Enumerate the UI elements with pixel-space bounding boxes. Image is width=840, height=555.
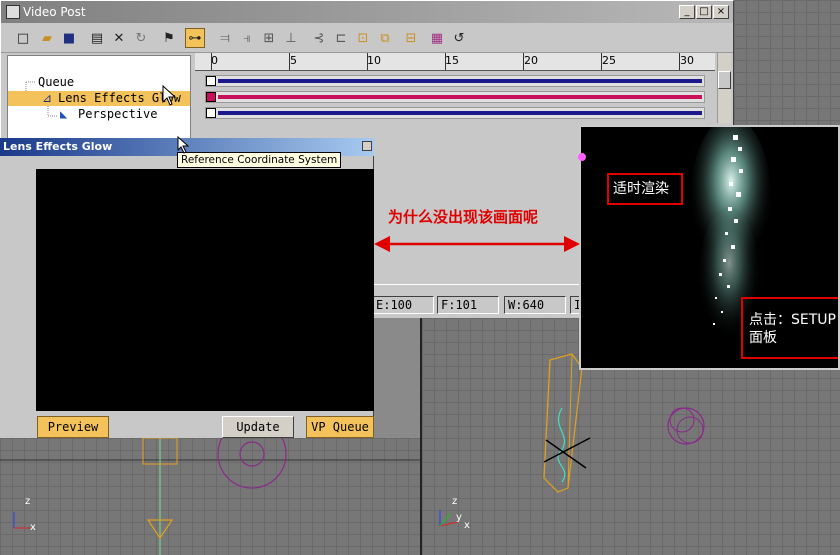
add-image-input-event-icon[interactable]: ⊏ (331, 28, 351, 48)
video-post-titlebar[interactable]: Video Post _ □ × (1, 1, 733, 23)
double-arrow-icon (374, 236, 580, 252)
viewport-top-right[interactable] (734, 0, 840, 125)
queue-item-label: Perspective (78, 107, 158, 121)
axis-x-label-right: x (464, 520, 470, 531)
video-post-app-icon (6, 5, 20, 19)
add-scene-event-icon[interactable]: ⊰ (309, 28, 329, 48)
click-setup-annotation: 点击：SETUP 面板 (741, 297, 838, 359)
ruler-label: 25 (602, 54, 616, 67)
ruler-tick (523, 53, 524, 70)
ruler-tick (211, 53, 212, 70)
ruler-tick (679, 53, 680, 70)
ruler-label: 0 (211, 54, 218, 67)
click-setup-label: 点击：SETUP (749, 312, 836, 328)
timeline-track[interactable] (205, 107, 705, 119)
render-output-window: 适时渲染 点击：SETUP 面板 (579, 125, 840, 370)
ruler-label: 15 (445, 54, 459, 67)
timeline-track[interactable] (205, 91, 705, 103)
status-width: W:640 (504, 296, 566, 314)
axis-x-label: x (30, 522, 36, 533)
open-sequence-icon[interactable]: ▰ (37, 28, 57, 48)
mouse-cursor-icon (162, 85, 177, 106)
glow-dialog-close-icon[interactable] (362, 141, 372, 151)
add-external-event-icon[interactable]: ▦ (427, 28, 447, 48)
execute-sequence-icon[interactable]: ⚑ (159, 28, 179, 48)
timeline-ruler[interactable]: 0 5 10 15 20 25 30 (195, 53, 715, 71)
mouse-cursor-icon (177, 136, 190, 154)
close-button[interactable]: × (713, 5, 729, 19)
axis-z-label-right: z (452, 496, 458, 507)
range-bar[interactable] (218, 111, 702, 115)
ruler-tick (367, 53, 368, 70)
realtime-render-annotation: 适时渲染 (607, 173, 683, 205)
preview-button[interactable]: Preview (37, 416, 109, 438)
realtime-render-label: 适时渲染 (613, 181, 669, 197)
ruler-tick (289, 53, 290, 70)
video-post-toolbar: □ ▰ ■ ▤ ✕ ↻ ⚑ ⊶ ⫤ ⫣ ⊞ ⊥ ⊰ ⊏ ⊡ ⧉ ⊟ ▦ ↺ (1, 23, 733, 53)
range-bar[interactable] (218, 95, 702, 99)
maximize-button[interactable]: □ (696, 5, 712, 19)
abut-clips-icon[interactable]: ⊥ (281, 28, 301, 48)
add-image-filter-event-icon[interactable]: ⊡ (353, 28, 373, 48)
viewport-left-objects (0, 438, 420, 555)
queue-item-perspective[interactable]: ◣ Perspective (8, 107, 190, 122)
add-loop-event-icon[interactable]: ↺ (449, 28, 469, 48)
lens-effects-glow-dialog: Lens Effects Glow Preview Update VP Queu… (0, 138, 374, 438)
delete-event-icon[interactable]: ✕ (109, 28, 129, 48)
queue-root[interactable]: Queue (38, 75, 74, 90)
status-frames: F:101 (437, 296, 499, 314)
timeline-scrollbar[interactable] (717, 53, 731, 123)
filter-event-icon: ⊿ (42, 91, 53, 105)
swap-events-icon[interactable]: ↻ (131, 28, 151, 48)
ruler-label: 30 (680, 54, 694, 67)
axis-z-label: z (25, 496, 31, 507)
range-bar[interactable] (218, 79, 702, 83)
ruler-label: 10 (367, 54, 381, 67)
update-button[interactable]: Update (222, 416, 294, 438)
tooltip: Reference Coordinate System (177, 152, 342, 168)
ruler-tick (445, 53, 446, 70)
make-same-size-icon[interactable]: ⊞ (259, 28, 279, 48)
question-annotation: 为什么没出现该画面呢 (388, 208, 539, 226)
minimize-button[interactable]: _ (679, 5, 695, 19)
edit-range-bar-icon[interactable]: ⊶ (185, 28, 205, 48)
new-sequence-icon[interactable]: □ (13, 28, 33, 48)
viewport-left[interactable]: z x (0, 438, 420, 555)
axis-y-label-right: y (456, 512, 462, 523)
save-sequence-icon[interactable]: ■ (59, 28, 79, 48)
range-bar-handle[interactable] (206, 92, 216, 102)
add-image-output-event-icon[interactable]: ⊟ (401, 28, 421, 48)
vp-queue-button[interactable]: VP Queue (306, 416, 374, 438)
edit-event-icon[interactable]: ▤ (87, 28, 107, 48)
align-right-icon[interactable]: ⫣ (237, 28, 257, 48)
scroll-thumb[interactable] (718, 71, 731, 89)
ruler-label: 5 (290, 54, 297, 67)
ruler-label: 20 (524, 54, 538, 67)
glow-preview-pane (36, 169, 374, 411)
status-end-frame: E:100 (372, 296, 434, 314)
video-post-title: Video Post (23, 5, 86, 19)
range-bar-handle[interactable] (206, 108, 216, 118)
add-image-layer-event-icon[interactable]: ⧉ (375, 28, 395, 48)
ruler-tick (601, 53, 602, 70)
scene-event-icon: ◣ (60, 107, 68, 121)
align-left-icon[interactable]: ⫤ (215, 28, 235, 48)
click-setup-label-line2: 面板 (749, 330, 777, 346)
viewport-marker-dot (578, 153, 586, 161)
glow-dialog-title: Lens Effects Glow (3, 140, 113, 153)
timeline-track[interactable] (205, 75, 705, 87)
range-bar-handle[interactable] (206, 76, 216, 86)
